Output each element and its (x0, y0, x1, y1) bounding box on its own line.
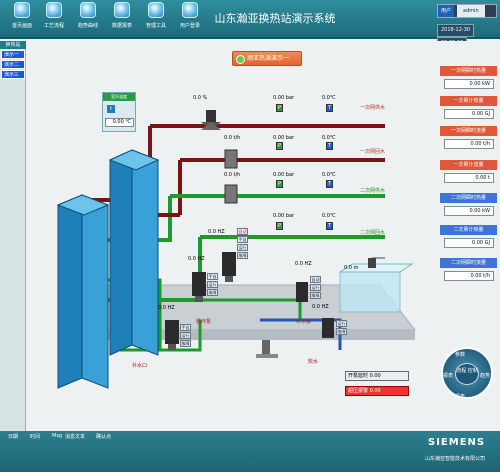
round-nav-left[interactable]: 报表 (443, 372, 453, 379)
flow-meter-2 (224, 184, 238, 204)
round-nav-params[interactable]: 参数 (455, 351, 465, 358)
pressure-readout-1: 0.00 bar (273, 95, 295, 101)
thermometer-icon: t (107, 105, 115, 113)
primary-inst-heat-value: 0.00 kW (444, 79, 494, 89)
pressure-sensor-icon-4: P (276, 222, 283, 230)
pump1-auto-tag: 自动 (237, 228, 248, 235)
flow-readout-1: 0.0 t/h (224, 135, 241, 141)
water-tank (339, 271, 401, 313)
temp-sensor-icon-4: T (326, 222, 333, 230)
pump2-hz-readout: 0.0 HZ (188, 256, 205, 262)
pump4-fault-tag: 故障 (310, 292, 321, 299)
alarm-bar: 日期 时间 Msg 消息文本 确认点 (0, 431, 500, 472)
secondary-inst-flow-value: 0.00 t/h (444, 271, 494, 281)
pump1-hand-tag: 手自 (237, 236, 248, 243)
drain-valve (256, 340, 278, 358)
company-name: 山东瀚亚智能技术有限公司 (425, 456, 486, 462)
refill-label: 补水口 (132, 363, 148, 369)
pump4-hz-readout: 0.0 HZ (295, 261, 312, 267)
pump2-run-tag: 运行 (207, 281, 218, 288)
secondary-inst-flow-label: 二次网瞬时流量 (440, 258, 497, 268)
round-nav-report[interactable]: 报表 (455, 393, 465, 400)
secondary-total-heat-label: 二次累计热量 (440, 225, 497, 235)
temp-readout-1: 0.0℃ (322, 95, 336, 101)
pump5-run-tag: 运行 (336, 320, 347, 327)
pump3-run-tag: 运行 (180, 332, 191, 339)
secondary-inst-heat-label: 二次网瞬时热量 (440, 193, 497, 203)
pressure-readout-2: 0.00 bar (273, 135, 295, 141)
siemens-logo: SIEMENS (428, 437, 486, 448)
secondary-inst-heat-value: 0.00 kW (444, 206, 494, 216)
pump3-fault-tag: 故障 (180, 340, 191, 347)
outdoor-temp-title: 室外温度 (103, 93, 135, 101)
round-nav-center[interactable]: 流程 控制 (455, 363, 479, 385)
pipe-label-primary-supply: 一次网供水 (360, 105, 386, 111)
pipe-label-primary-return: 一次网回水 (360, 149, 386, 155)
flow-readout-2: 0.0 t/h (224, 172, 241, 178)
pump4-auto-tag: 自动 (310, 276, 321, 283)
pressure-sensor-icon-1: P (276, 104, 283, 112)
temp-readout-4: 0.0℃ (322, 213, 336, 219)
valve-opening-readout: 0.0 % (193, 95, 208, 101)
station-title-button[interactable]: 瀚亚热源演示一 (232, 51, 302, 66)
primary-inst-heat-label: 一次网瞬时热量 (440, 66, 497, 76)
pump1-fault-tag: 故障 (237, 252, 248, 259)
heat-exchanger-1 (56, 194, 110, 389)
pressure-readout-3: 0.00 bar (273, 172, 295, 178)
circ-pump-3 (165, 320, 179, 350)
temp-readout-2: 0.0℃ (322, 135, 336, 141)
pump1-hz-readout: 0.0 HZ (208, 229, 225, 235)
makeup-pump-2 (322, 318, 334, 338)
temp-sensor-icon-2: T (326, 142, 333, 150)
pump5-hz-readout: 0.0 HZ (312, 304, 329, 310)
primary-total-heat-label: 一次累计热量 (440, 96, 497, 106)
pressure-sensor-icon-2: P (276, 142, 283, 150)
overpressure-alarm[interactable]: 超压报警 0.00 (345, 386, 409, 396)
col-date: 日期 (8, 434, 19, 440)
flow-meter-1 (224, 149, 238, 169)
circ-pump-label: 循环泵 (196, 319, 212, 325)
outdoor-temp-value: 0.00 ℃ (105, 118, 134, 127)
makeup-pump-label: 补水泵 (296, 319, 312, 325)
pipe-label-secondary-supply: 二次网供水 (360, 188, 386, 194)
round-nav-trend[interactable]: 趋势 (480, 372, 490, 379)
process-diagram (56, 110, 417, 389)
temp-readout-3: 0.0℃ (322, 172, 336, 178)
primary-inst-flow-label: 一次网瞬时流量 (440, 126, 497, 136)
circ-pump-1 (222, 252, 236, 282)
col-msg: Msg (52, 433, 63, 439)
primary-inst-flow-value: 0.00 t/h (444, 139, 494, 149)
pipe-label-secondary-return: 二次网回水 (360, 230, 386, 236)
pressure-sensor-icon-3: P (276, 180, 283, 188)
primary-total-flow-label: 一次累计流量 (440, 160, 497, 170)
primary-total-heat-value: 0.00 GJ (444, 109, 494, 119)
secondary-total-heat-value: 0.00 GJ (444, 238, 494, 248)
softener-label: 软水 (308, 359, 319, 365)
makeup-pump-1 (296, 282, 308, 302)
pump1-run-tag: 运行 (237, 244, 248, 251)
primary-total-flow-value: 0.00 t (444, 173, 494, 183)
pressure-readout-4: 0.00 bar (273, 213, 295, 219)
col-ack: 确认点 (96, 434, 112, 440)
temp-sensor-icon-1: T (326, 104, 333, 112)
heat-exchanger-2 (108, 149, 160, 356)
pump5-fault-tag: 故障 (336, 328, 347, 335)
outdoor-temp-box: 室外温度 t 0.00 ℃ (102, 92, 136, 132)
pump3-hand-tag: 手自 (180, 324, 191, 331)
pump3-hz-readout: 0.0 HZ (158, 305, 175, 311)
temp-sensor-icon-3: T (326, 180, 333, 188)
col-time: 时间 (30, 434, 41, 440)
col-text: 消息文本 (65, 434, 86, 440)
pump2-fault-tag: 故障 (207, 289, 218, 296)
pump2-hand-tag: 手自 (207, 273, 218, 280)
pump-delay-status: 开泵延时 0.00 (345, 371, 409, 381)
pump4-run-tag: 运行 (310, 284, 321, 291)
tank-level-readout: 0.0 m (344, 265, 359, 271)
